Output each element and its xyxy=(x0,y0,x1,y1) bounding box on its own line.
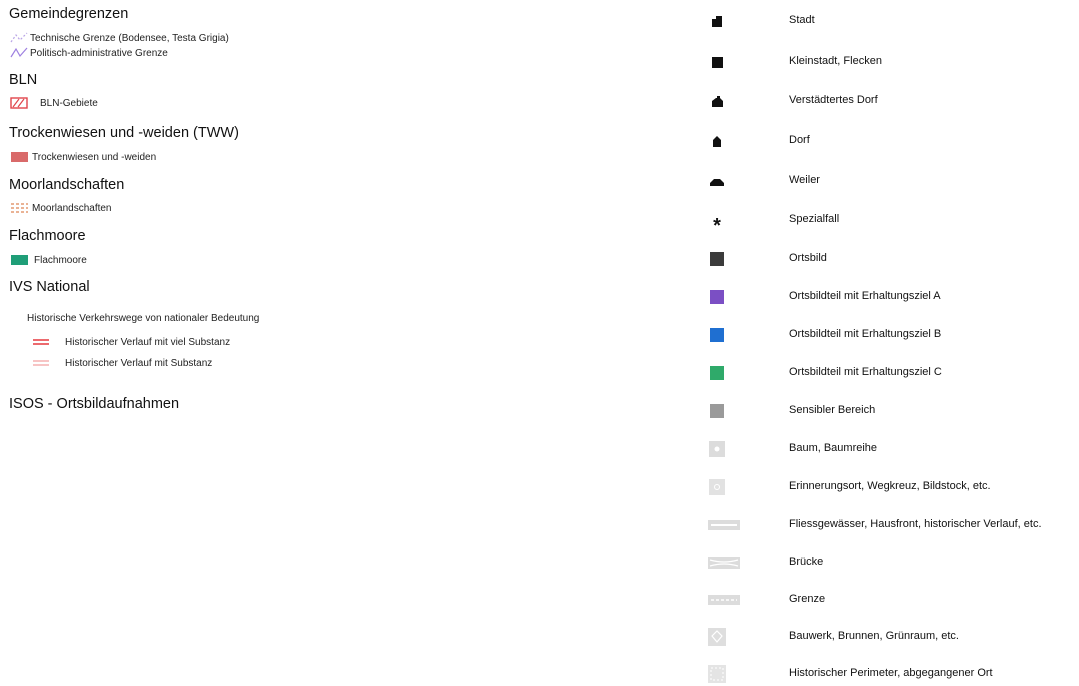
bridge-icon xyxy=(706,553,742,573)
isos-label: Dorf xyxy=(789,134,810,146)
isos-row-bauwerk: Bauwerk, Brunnen, Grünraum, etc. xyxy=(0,627,1079,647)
isos-label: Ortsbildteil mit Erhaltungsziel C xyxy=(789,366,942,378)
isos-label: Kleinstadt, Flecken xyxy=(789,55,882,67)
isos-label: Weiler xyxy=(789,174,820,186)
square-icon xyxy=(706,325,728,345)
isos-label: Ortsbild xyxy=(789,252,827,264)
isos-row-erhaltungsziel-a: Ortsbildteil mit Erhaltungsziel A xyxy=(0,287,1079,307)
isos-row-erinnerungsort: Erinnerungsort, Wegkreuz, Bildstock, etc… xyxy=(0,477,1079,497)
dashed-line-icon xyxy=(706,590,742,610)
isos-label: Historischer Perimeter, abgegangener Ort xyxy=(789,667,993,679)
dotted-boundary-icon xyxy=(10,32,28,43)
filled-area-icon xyxy=(11,152,28,162)
isos-label: Spezialfall xyxy=(789,213,840,225)
isos-row-bruecke: Brücke xyxy=(0,553,1079,573)
isos-row-baum: Baum, Baumreihe xyxy=(0,439,1079,459)
isos-row-ortsbild: Ortsbild xyxy=(0,249,1079,269)
isos-row-stadt: Stadt xyxy=(0,11,1079,31)
kleinstadt-icon xyxy=(706,52,728,72)
legend-label: Trockenwiesen und -weiden xyxy=(32,151,157,163)
isos-row-fliessgewaesser: Fliessgewässer, Hausfront, historischer … xyxy=(0,515,1079,535)
isos-label: Verstädtertes Dorf xyxy=(789,94,878,106)
legend-item-tww: Trockenwiesen und -weiden xyxy=(10,150,156,164)
legend-item-technische-grenze: Technische Grenze (Bodensee, Testa Grigi… xyxy=(9,31,229,45)
isos-label: Ortsbildteil mit Erhaltungsziel B xyxy=(789,328,942,340)
isos-label: Fliessgewässer, Hausfront, historischer … xyxy=(789,518,1042,530)
line-icon xyxy=(706,515,742,535)
isos-row-spezialfall: * Spezialfall xyxy=(0,210,1079,237)
isos-row-perimeter: Historischer Perimeter, abgegangener Ort xyxy=(0,664,1079,684)
isos-row-dorf: Dorf xyxy=(0,131,1079,151)
isos-label: Ortsbildteil mit Erhaltungsziel A xyxy=(789,290,941,302)
weiler-icon xyxy=(706,171,728,191)
square-icon xyxy=(706,363,728,383)
isos-label: Brücke xyxy=(789,556,824,568)
stadt-icon xyxy=(706,11,728,31)
isos-row-sensibler-bereich: Sensibler Bereich xyxy=(0,401,1079,421)
asterisk-icon: * xyxy=(713,214,721,237)
perimeter-icon xyxy=(706,664,728,684)
isos-label: Grenze xyxy=(789,593,826,605)
section-title-bln: BLN xyxy=(9,72,38,88)
legend-label: Technische Grenze (Bodensee, Testa Grigi… xyxy=(30,32,229,44)
square-icon xyxy=(706,287,728,307)
isos-row-grenze: Grenze xyxy=(0,590,1079,610)
memorial-icon xyxy=(706,477,728,497)
isos-row-erhaltungsziel-c: Ortsbildteil mit Erhaltungsziel C xyxy=(0,363,1079,383)
isos-label: Bauwerk, Brunnen, Grünraum, etc. xyxy=(789,630,959,642)
isos-row-erhaltungsziel-b: Ortsbildteil mit Erhaltungsziel B xyxy=(0,325,1079,345)
section-title-flachmoore: Flachmoore xyxy=(9,228,86,244)
isos-label: Baum, Baumreihe xyxy=(789,442,878,454)
isos-label: Sensibler Bereich xyxy=(789,404,876,416)
building-icon xyxy=(706,627,728,647)
isos-label: Erinnerungsort, Wegkreuz, Bildstock, etc… xyxy=(789,480,991,492)
isos-row-weiler: Weiler xyxy=(0,171,1079,191)
dorf-icon xyxy=(706,131,728,151)
square-icon xyxy=(706,401,728,421)
tree-icon xyxy=(706,439,728,459)
isos-label: Stadt xyxy=(789,14,815,26)
square-icon xyxy=(706,249,728,269)
isos-row-kleinstadt: Kleinstadt, Flecken xyxy=(0,52,1079,72)
verstaedtertes-dorf-icon xyxy=(706,91,728,111)
isos-row-verstaedtertes-dorf: Verstädtertes Dorf xyxy=(0,91,1079,111)
ivs-subtitle: Historische Verkehrswege von nationaler … xyxy=(27,313,260,324)
